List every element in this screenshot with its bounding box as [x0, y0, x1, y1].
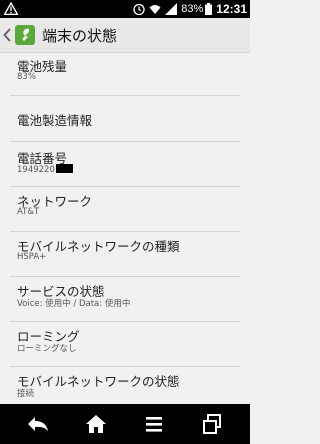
home-icon[interactable]	[84, 412, 108, 436]
list-item-battery-manufacture-info[interactable]: 電池製造情報	[0, 96, 250, 141]
up-caret-icon[interactable]	[3, 28, 11, 42]
item-title: モバイルネットワークの状態	[17, 374, 180, 389]
back-icon[interactable]	[26, 412, 50, 436]
navigation-bar	[0, 404, 250, 444]
menu-icon[interactable]	[142, 412, 166, 436]
item-summary: AT&T	[17, 207, 40, 217]
wifi-icon	[149, 5, 161, 14]
page-title: 端末の状態	[42, 26, 118, 45]
item-summary: HSPA+	[17, 252, 47, 262]
status-list: 電池残量 83% 電池製造情報 電話番号 1949220 ネットワーク AT&T…	[0, 52, 250, 404]
item-summary: 1949220	[17, 164, 73, 175]
recent-apps-icon[interactable]	[200, 412, 224, 436]
item-title: 電池製造情報	[17, 113, 93, 128]
alarm-icon	[133, 3, 145, 15]
settings-app-icon[interactable]	[14, 24, 36, 46]
list-item-phone-number: 電話番号 1949220	[0, 142, 250, 186]
warning-icon	[4, 2, 18, 15]
status-bar: 83% 12:31	[0, 0, 250, 18]
battery-percent: 83%	[181, 3, 204, 15]
list-item-roaming: ローミング ローミングなし	[0, 322, 250, 366]
list-item-service-state: サービスの状態 Voice: 使用中 / Data: 使用中	[0, 277, 250, 321]
list-item-network: ネットワーク AT&T	[0, 187, 250, 231]
clock: 12:31	[216, 2, 247, 16]
signal-icon	[165, 3, 178, 15]
list-item-battery-level: 電池残量 83%	[0, 52, 250, 96]
redaction-box	[55, 164, 73, 173]
action-bar: 端末の状態	[0, 18, 250, 53]
item-summary: 83%	[17, 72, 36, 82]
phone-number-text: 1949220	[17, 165, 55, 175]
battery-icon	[205, 3, 213, 15]
item-summary: 接続	[17, 389, 35, 399]
list-item-mobile-network-type: モバイルネットワークの種類 HSPA+	[0, 232, 250, 276]
item-summary: ローミングなし	[17, 344, 77, 354]
list-item-mobile-network-state: モバイルネットワークの状態 接続	[0, 367, 250, 404]
item-summary: Voice: 使用中 / Data: 使用中	[17, 299, 131, 309]
